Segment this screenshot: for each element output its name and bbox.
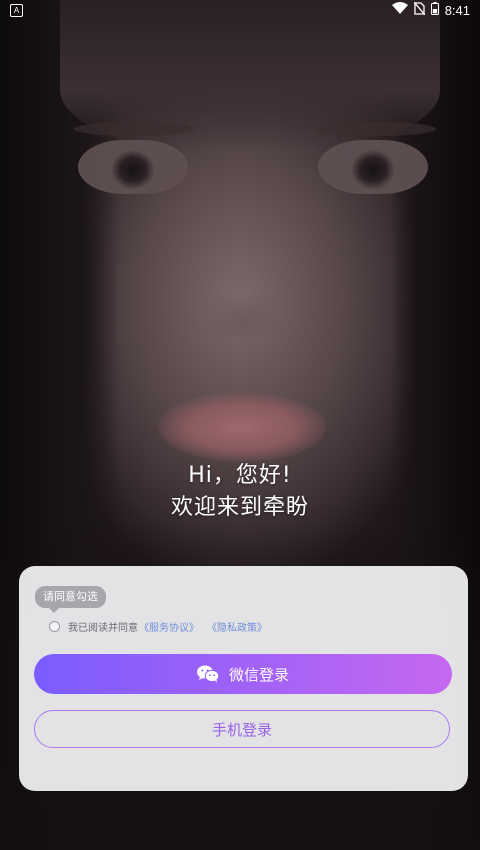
wifi-icon	[391, 2, 408, 18]
login-screen: A 8:41 Hi，您好! 欢迎来到牵盼 请同意勾选 我已阅读并同意 《服务协议…	[0, 0, 480, 850]
service-agreement-link[interactable]: 《服务协议》	[139, 619, 199, 634]
agree-tooltip: 请同意勾选	[35, 586, 106, 613]
wechat-login-button[interactable]: 微信登录	[34, 654, 452, 694]
battery-icon	[430, 1, 439, 19]
app-notification-icon: A	[10, 3, 23, 17]
background-photo-lips	[158, 392, 326, 462]
wechat-icon	[196, 665, 219, 683]
status-bar: A 8:41	[0, 0, 480, 20]
background-photo-brow	[74, 122, 194, 136]
wechat-login-label: 微信登录	[228, 665, 289, 684]
background-photo-eye	[318, 140, 428, 194]
phone-login-label: 手机登录	[211, 720, 272, 739]
agree-checkbox[interactable]	[49, 621, 60, 632]
agree-text: 我已阅读并同意	[68, 623, 138, 634]
background-photo-brow	[316, 122, 436, 136]
no-sim-icon	[413, 1, 426, 19]
background-photo-eye	[78, 140, 188, 194]
greeting-line-1: Hi，您好!	[188, 463, 292, 488]
login-card: 请同意勾选 我已阅读并同意 《服务协议》 《隐私政策》 微信登录 手机登录	[19, 566, 468, 791]
privacy-policy-link[interactable]: 《隐私政策》	[207, 619, 267, 634]
background-photo-nose	[190, 290, 300, 336]
phone-login-button[interactable]: 手机登录	[34, 710, 450, 748]
welcome-greeting: Hi，您好! 欢迎来到牵盼	[0, 460, 480, 524]
status-time: 8:41	[444, 2, 470, 18]
agreement-row: 我已阅读并同意 《服务协议》 《隐私政策》	[49, 619, 267, 634]
greeting-line-2: 欢迎来到牵盼	[170, 495, 309, 520]
